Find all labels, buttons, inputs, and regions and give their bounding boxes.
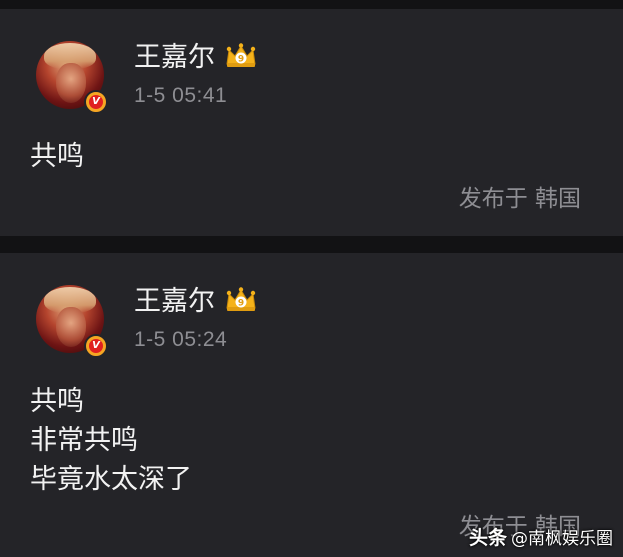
post-timestamp: 1-5 05:41 [134,84,228,107]
content-line: 共鸣 [30,386,84,417]
crown-level-number: 9 [238,55,244,65]
crown-level-icon: 9 [226,287,256,311]
feed-divider [0,236,623,253]
content-line: 共鸣 [30,141,84,172]
verified-letter: V [89,339,103,353]
avatar-face [56,63,86,103]
crown-level-number: 9 [238,299,244,309]
post-location: 发布于 韩国 [458,186,581,212]
feed-divider-top [0,0,623,9]
crown-level-icon: 9 [226,43,256,67]
watermark: 头条 @南枫娱乐圈 [469,521,613,551]
post-username[interactable]: 王嘉尔 [134,286,215,318]
watermark-brand: 头条 [468,526,507,549]
verified-letter: V [89,95,103,109]
post-content: 共鸣 非常共鸣 毕竟水太深了 [30,382,192,499]
watermark-handle: @南枫娱乐圈 [511,528,613,549]
post-timestamp: 1-5 05:24 [134,328,228,351]
post-username[interactable]: 王嘉尔 [134,42,215,74]
avatar-face [56,307,86,347]
verified-badge-icon: V [84,334,108,358]
content-line: 毕竟水太深了 [30,464,192,495]
post-card[interactable]: V 王嘉尔 9 1-5 05:41 共鸣 发布于 韩国 [0,9,623,236]
post-content: 共鸣 [30,137,84,176]
post-card[interactable]: V 王嘉尔 9 1-5 05:24 共鸣 非常共鸣 毕竟水太深了 发布于 韩国 [0,253,623,557]
content-line: 非常共鸣 [30,425,138,456]
verified-badge-icon: V [84,90,108,114]
